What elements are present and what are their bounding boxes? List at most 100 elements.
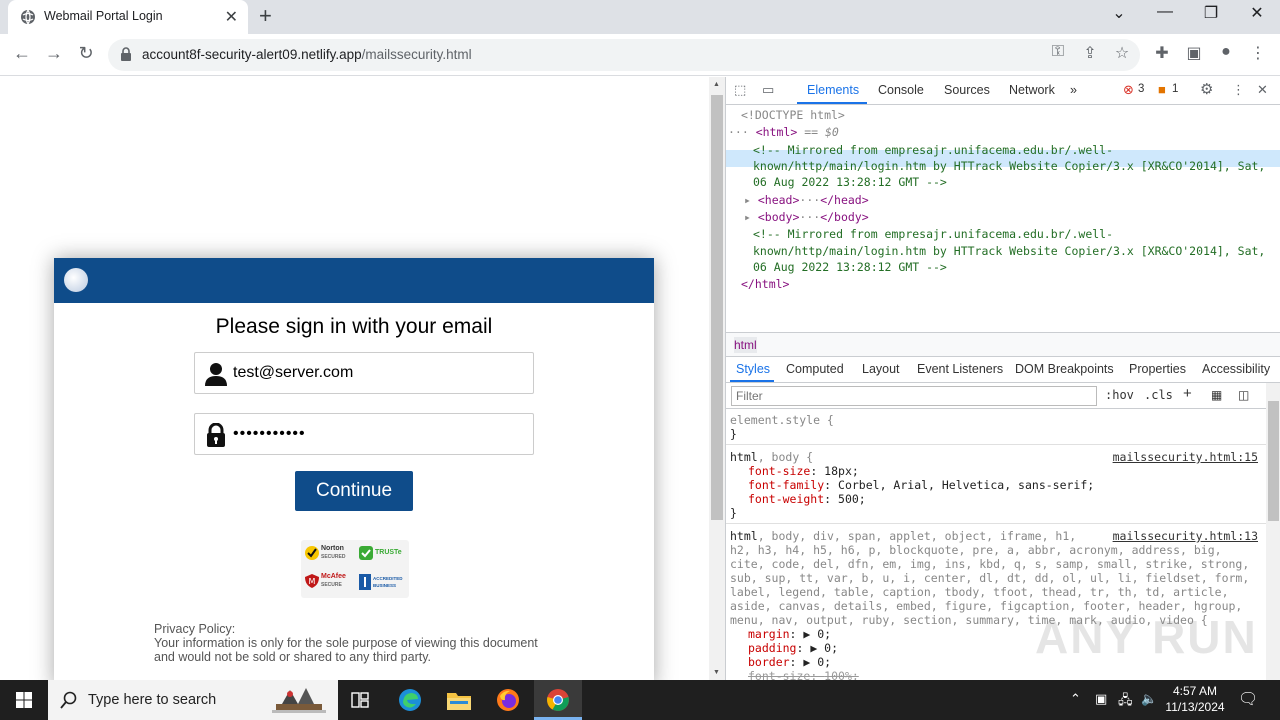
share-icon[interactable]: ⇪ [1078, 43, 1102, 63]
rule-2-prop-3[interactable]: border: ▶ 0; [748, 655, 831, 669]
rule-2-selector-line-1[interactable]: html, body, div, span, applet, object, i… [730, 529, 1076, 543]
page-scrollbar[interactable]: ▲ ▼ [709, 77, 725, 680]
comment-2-line-b[interactable]: known/http/main/login.htm by HTTrack Web… [753, 243, 1265, 260]
volume-icon[interactable]: 🔈 [1141, 691, 1157, 707]
head-node[interactable]: ▸ <head>···</head> [744, 192, 869, 209]
active-tab-indicator [797, 102, 867, 104]
show-hidden-icons-chevron[interactable]: ⌃ [1070, 691, 1081, 707]
restore-button[interactable]: ❐ [1191, 3, 1231, 23]
chrome-icon [547, 689, 569, 711]
doctype-node[interactable]: <!DOCTYPE html> [741, 107, 845, 124]
close-window-button[interactable]: ✕ [1237, 3, 1277, 23]
chrome-taskbar-button[interactable] [534, 680, 582, 720]
new-style-rule-icon[interactable]: + [1183, 385, 1192, 402]
more-tabs-button[interactable]: » [1070, 83, 1077, 97]
inspect-element-icon[interactable]: ⬚ [734, 82, 746, 98]
forward-button[interactable]: → [42, 43, 66, 64]
start-button[interactable] [0, 680, 48, 720]
rule-1-selector[interactable]: html, body { [730, 450, 813, 464]
browser-tab[interactable]: Webmail Portal Login ✕ [8, 0, 248, 34]
styles-scrollbar-thumb[interactable] [1268, 401, 1279, 521]
close-tab-icon[interactable]: ✕ [225, 7, 238, 27]
email-input[interactable] [233, 353, 523, 393]
globe-icon [21, 9, 35, 25]
tab-properties[interactable]: Properties [1129, 362, 1186, 376]
tab-accessibility[interactable]: Accessibility [1202, 362, 1270, 376]
rule-2-prop-1[interactable]: margin: ▶ 0; [748, 627, 831, 641]
rule-1-prop-3[interactable]: font-weight: 500; [748, 492, 866, 506]
task-view-button[interactable] [336, 680, 384, 720]
tab-dom-breakpoints[interactable]: DOM Breakpoints [1015, 362, 1114, 376]
tab-computed[interactable]: Computed [786, 362, 844, 376]
taskbar-search-box[interactable]: Type here to search [48, 680, 338, 720]
warning-icon[interactable]: ■ [1158, 82, 1166, 97]
prop-value: 100%; [824, 669, 859, 680]
rule-1-source-link[interactable]: mailssecurity.html:15 [1113, 450, 1258, 464]
rule-1-prop-1[interactable]: font-size: 18px; [748, 464, 859, 478]
body-ellipsis: ··· [799, 210, 821, 224]
scroll-up-arrow-icon[interactable]: ▲ [713, 81, 720, 88]
comment-2-line-a[interactable]: <!-- Mirrored from empresajr.unifacema.e… [753, 226, 1113, 243]
tab-console[interactable]: Console [878, 83, 924, 97]
bookmark-star-icon[interactable]: ☆ [1110, 43, 1134, 63]
comment-1-line-a[interactable]: <!-- Mirrored from empresajr.unifacema.e… [753, 142, 1113, 159]
body-node[interactable]: ▸ <body>···</body> [744, 209, 869, 226]
error-icon[interactable]: ⊗ [1123, 82, 1134, 98]
firefox-taskbar-button[interactable] [484, 680, 532, 720]
tab-search-chevron-icon[interactable]: ⌄ [1099, 3, 1139, 23]
warning-count: 1 [1172, 83, 1179, 95]
page-scrollbar-thumb[interactable] [711, 95, 723, 520]
tab-sources[interactable]: Sources [944, 83, 990, 97]
html-node[interactable]: ··· <html> == $0 [728, 124, 839, 141]
device-icon[interactable]: ▣ [1095, 691, 1107, 707]
rule-2-source-link[interactable]: mailssecurity.html:13 [1113, 529, 1258, 543]
notifications-icon[interactable]: 🗨 [1238, 689, 1258, 709]
rule-1-prop-2[interactable]: font-family: Corbel, Arial, Helvetica, s… [748, 478, 1094, 492]
html-close-node[interactable]: </html> [741, 276, 789, 293]
comment-2-line-c[interactable]: 06 Aug 2022 13:28:12 GMT --> [753, 259, 947, 276]
email-field[interactable] [194, 352, 534, 394]
rule-2-prop-4-overridden[interactable]: font-size: 100%; [748, 669, 859, 680]
body-close-tag: </body> [820, 210, 869, 224]
extensions-icon[interactable]: ✚ [1150, 43, 1174, 63]
element-style-selector[interactable]: element.style { [730, 413, 834, 427]
comment-1-line-c[interactable]: 06 Aug 2022 13:28:12 GMT --> [753, 174, 947, 191]
comment-1-line-b[interactable]: known/http/main/login.htm by HTTrack Web… [753, 158, 1265, 175]
scroll-down-arrow-icon[interactable]: ▼ [713, 669, 720, 676]
rule-2-selector-line-2: h2, h3, h4, h5, h6, p, blockquote, pre, … [730, 543, 1222, 557]
password-input[interactable] [233, 414, 523, 454]
cls-toggle[interactable]: .cls [1144, 388, 1173, 402]
device-toolbar-icon[interactable]: ▭ [762, 82, 774, 98]
hov-toggle[interactable]: :hov [1105, 388, 1134, 402]
tab-styles[interactable]: Styles [736, 362, 770, 376]
back-button[interactable]: ← [10, 43, 34, 64]
network-icon[interactable]: 🖧 [1118, 691, 1133, 713]
paint-brush-icon[interactable]: ▦ [1211, 388, 1222, 402]
toggle-sidebar-icon[interactable]: ◫ [1238, 388, 1249, 402]
profile-avatar-icon[interactable]: ● [1214, 43, 1238, 61]
settings-gear-icon[interactable]: ⚙ [1200, 80, 1213, 98]
rule-2-prop-2[interactable]: padding: ▶ 0; [748, 641, 838, 655]
styles-filter-input[interactable] [731, 386, 1097, 406]
styles-scrollbar[interactable] [1266, 383, 1280, 680]
devtools-menu-icon[interactable]: ⋮ [1232, 82, 1245, 98]
tab-elements[interactable]: Elements [807, 83, 859, 97]
key-icon[interactable]: ⚿ [1046, 43, 1070, 61]
edge-taskbar-button[interactable] [386, 680, 434, 720]
side-panel-icon[interactable]: ▣ [1182, 43, 1206, 63]
browser-tab-strip: Webmail Portal Login ✕ + ⌄ — ❐ ✕ [0, 0, 1280, 34]
password-field[interactable] [194, 413, 534, 455]
file-explorer-taskbar-button[interactable] [435, 680, 483, 720]
tab-network[interactable]: Network [1009, 83, 1055, 97]
continue-button[interactable]: Continue [295, 471, 413, 511]
tab-layout[interactable]: Layout [862, 362, 900, 376]
address-bar[interactable]: account8f-security-alert09.netlify.app/m… [108, 39, 1140, 71]
minimize-button[interactable]: — [1145, 3, 1185, 21]
breadcrumb-html[interactable]: html [734, 337, 757, 353]
reload-button[interactable]: ↻ [74, 43, 98, 64]
system-clock[interactable]: 4:57 AM 11/13/2024 [1160, 683, 1230, 715]
new-tab-button[interactable]: + [259, 3, 272, 29]
browser-menu-icon[interactable]: ⋮ [1246, 43, 1270, 63]
close-devtools-icon[interactable]: ✕ [1257, 82, 1268, 98]
tab-event-listeners[interactable]: Event Listeners [917, 362, 1003, 376]
